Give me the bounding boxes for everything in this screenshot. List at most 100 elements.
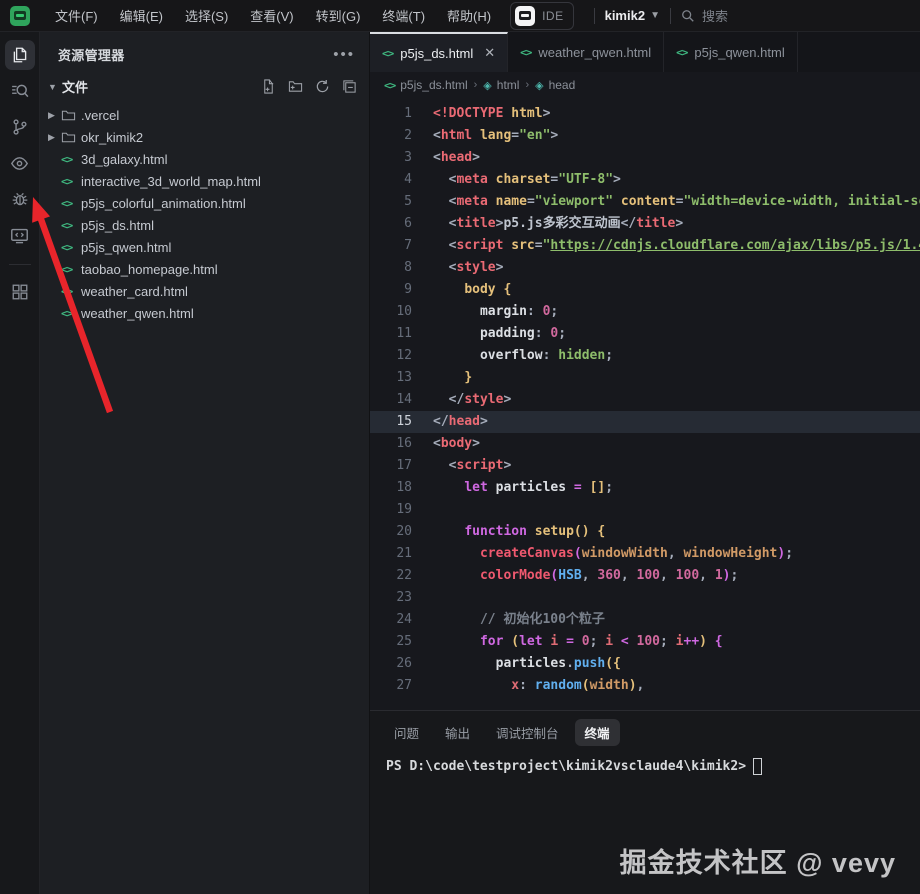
sidebar-item-source-control[interactable] (5, 112, 35, 142)
tree-folder-okr_kimik2[interactable]: ▶okr_kimik2 (40, 126, 369, 148)
code-token: 100 (676, 568, 699, 583)
code-line-25[interactable]: 25 for (let i = 0; i < 100; i++) { (370, 631, 920, 653)
code-line-12[interactable]: 12 overflow: hidden; (370, 345, 920, 367)
code-line-18[interactable]: 18 let particles = []; (370, 477, 920, 499)
code-line-16[interactable]: 16<body> (370, 433, 920, 455)
code-line-22[interactable]: 22 colorMode(HSB, 360, 100, 100, 1); (370, 565, 920, 587)
code-line-10[interactable]: 10 margin: 0; (370, 301, 920, 323)
code-line-13[interactable]: 13 } (370, 367, 920, 389)
line-content: body { (412, 279, 920, 301)
ellipsis-icon[interactable]: ••• (333, 51, 355, 59)
code-line-23[interactable]: 23 (370, 587, 920, 609)
code-line-26[interactable]: 26 particles.push({ (370, 653, 920, 675)
code-line-9[interactable]: 9 body { (370, 279, 920, 301)
sidebar-item-code-screen[interactable] (5, 220, 35, 250)
global-search[interactable]: 搜索 (681, 6, 728, 25)
breadcrumb-item-head[interactable]: ◈head (535, 78, 575, 92)
menu-item[interactable]: 编辑(E) (109, 0, 174, 32)
tree-file-3d_galaxy.html[interactable]: <>3d_galaxy.html (40, 148, 369, 170)
code-token: { (590, 524, 606, 539)
line-content: </style> (412, 389, 920, 411)
code-line-6[interactable]: 6 <title>p5.js多彩交互动画</title> (370, 213, 920, 235)
code-line-20[interactable]: 20 function setup() { (370, 521, 920, 543)
menu-item[interactable]: 帮助(H) (436, 0, 502, 32)
app-logo-icon[interactable] (10, 6, 30, 26)
code-token: = (574, 480, 582, 495)
code-line-1[interactable]: 1<!DOCTYPE html> (370, 103, 920, 125)
breadcrumb-item-html[interactable]: ◈html (483, 78, 519, 92)
code-token: > (543, 106, 551, 121)
html-file-icon: <> (61, 285, 81, 298)
sidebar-item-search[interactable] (5, 76, 35, 106)
close-icon[interactable]: ✕ (484, 45, 495, 61)
code-token: "UTF-8" (558, 172, 613, 187)
code-line-4[interactable]: 4 <meta charset="UTF-8"> (370, 169, 920, 191)
project-switcher[interactable]: kimik2 ▼ (605, 8, 660, 23)
code-token: . (566, 656, 574, 671)
code-token: : (519, 678, 527, 693)
files-section-header[interactable]: ▼ 文件 (40, 73, 369, 102)
code-line-3[interactable]: 3<head> (370, 147, 920, 169)
code-line-27[interactable]: 27 x: random(width), (370, 675, 920, 697)
code-token: ( (582, 678, 590, 693)
code-line-21[interactable]: 21 createCanvas(windowWidth, windowHeigh… (370, 543, 920, 565)
terminal[interactable]: PS D:\code\testproject\kimik2vsclaude4\k… (370, 750, 920, 775)
collapse-all-icon[interactable] (342, 79, 357, 94)
code-brackets-glyph: <> (61, 175, 72, 188)
code-token (433, 612, 480, 627)
new-folder-icon[interactable] (288, 79, 303, 94)
code-line-14[interactable]: 14 </style> (370, 389, 920, 411)
tree-file-taobao_homepage.html[interactable]: <>taobao_homepage.html (40, 258, 369, 280)
code-editor[interactable]: 1<!DOCTYPE html>2<html lang="en">3<head>… (370, 98, 920, 710)
tree-file-p5js_ds.html[interactable]: <>p5js_ds.html (40, 214, 369, 236)
tab-label: weather_qwen.html (538, 45, 651, 60)
tree-file-weather_qwen.html[interactable]: <>weather_qwen.html (40, 302, 369, 324)
menu-item[interactable]: 查看(V) (239, 0, 304, 32)
panel-tab-调试控制台[interactable]: 调试控制台 (486, 719, 569, 746)
code-line-11[interactable]: 11 padding: 0; (370, 323, 920, 345)
code-line-2[interactable]: 2<html lang="en"> (370, 125, 920, 147)
code-line-19[interactable]: 19 (370, 499, 920, 521)
tab-weather_qwen.html[interactable]: <>weather_qwen.html (508, 32, 664, 72)
html-file-icon: <> (382, 47, 393, 60)
panel-tab-输出[interactable]: 输出 (435, 719, 480, 746)
sidebar-item-debug[interactable] (5, 184, 35, 214)
code-token: </ (621, 216, 637, 231)
code-token: i (605, 634, 613, 649)
code-line-5[interactable]: 5 <meta name="viewport" content="width=d… (370, 191, 920, 213)
tree-file-interactive_3d_world_map.html[interactable]: <>interactive_3d_world_map.html (40, 170, 369, 192)
code-line-8[interactable]: 8 <style> (370, 257, 920, 279)
tree-item-label: .vercel (81, 108, 119, 123)
panel-tab-问题[interactable]: 问题 (384, 719, 429, 746)
menu-item[interactable]: 选择(S) (174, 0, 239, 32)
tab-p5js_ds.html[interactable]: <>p5js_ds.html✕ (370, 32, 508, 72)
refresh-icon[interactable] (315, 79, 330, 94)
breadcrumb-item-p5js_ds.html[interactable]: <>p5js_ds.html (384, 78, 468, 92)
menu-item[interactable]: 转到(G) (305, 0, 372, 32)
tree-folder-.vercel[interactable]: ▶.vercel (40, 104, 369, 126)
code-token (433, 480, 464, 495)
sidebar-item-explorer[interactable] (5, 40, 35, 70)
ide-badge[interactable]: IDE (510, 2, 574, 30)
panel-tab-终端[interactable]: 终端 (575, 719, 620, 746)
tab-p5js_qwen.html[interactable]: <>p5js_qwen.html (664, 32, 798, 72)
symbol-cube-icon: ◈ (535, 79, 543, 92)
line-number: 24 (370, 609, 412, 631)
titlebar: 文件(F)编辑(E)选择(S)查看(V)转到(G)终端(T)帮助(H) IDE … (0, 0, 920, 32)
sidebar-item-extensions[interactable] (5, 277, 35, 307)
tree-file-p5js_qwen.html[interactable]: <>p5js_qwen.html (40, 236, 369, 258)
code-line-24[interactable]: 24 // 初始化100个粒子 (370, 609, 920, 631)
new-file-icon[interactable] (261, 79, 276, 94)
tree-file-weather_card.html[interactable]: <>weather_card.html (40, 280, 369, 302)
menu-item[interactable]: 终端(T) (371, 0, 436, 32)
sidebar-item-preview[interactable] (5, 148, 35, 178)
line-content: <head> (412, 147, 920, 169)
code-token: x (511, 678, 519, 693)
breadcrumb-separator: › (525, 79, 529, 91)
code-line-17[interactable]: 17 <script> (370, 455, 920, 477)
code-line-15[interactable]: 15</head> (370, 411, 920, 433)
code-token: colorMode (480, 568, 550, 583)
code-line-7[interactable]: 7 <script src="https://cdnjs.cloudflare.… (370, 235, 920, 257)
menu-item[interactable]: 文件(F) (44, 0, 109, 32)
tree-file-p5js_colorful_animation.html[interactable]: <>p5js_colorful_animation.html (40, 192, 369, 214)
